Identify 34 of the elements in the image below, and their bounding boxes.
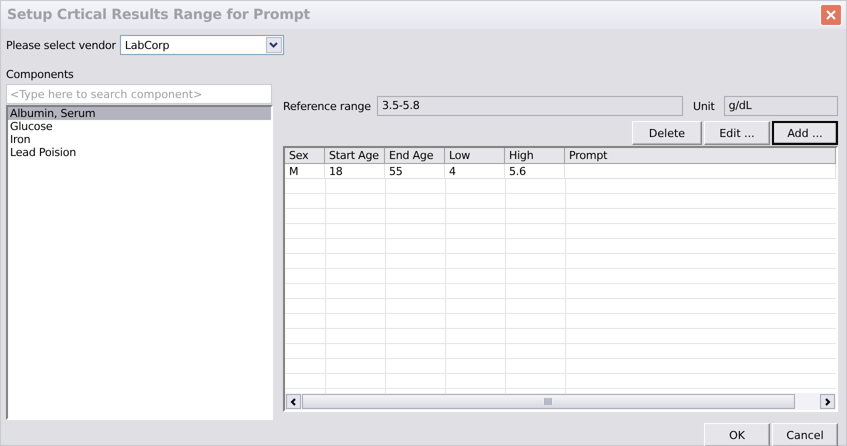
action-button[interactable]: Add ... xyxy=(772,121,838,145)
search-field[interactable]: <Type here to search component> xyxy=(6,84,272,104)
components-label: Components xyxy=(6,68,75,82)
column-header[interactable]: Sex xyxy=(285,148,325,164)
column-header[interactable]: High xyxy=(505,148,565,164)
column-header[interactable]: Prompt xyxy=(565,148,836,164)
grip-icon xyxy=(544,398,553,405)
unit-label: Unit xyxy=(693,100,715,112)
action-button[interactable]: Delete xyxy=(632,121,702,145)
component-item[interactable]: Glucose xyxy=(8,120,271,133)
table-cell: M xyxy=(285,164,325,179)
reference-range-field: 3.5-5.8 xyxy=(377,96,683,116)
component-item[interactable]: Iron xyxy=(8,133,271,146)
caret-icon xyxy=(269,42,278,48)
table-cell: 18 xyxy=(325,164,385,179)
window-title: Setup Crtical Results Range for Prompt xyxy=(7,7,310,23)
horizontal-scrollbar[interactable] xyxy=(285,393,836,410)
table-cell: 5.6 xyxy=(505,164,565,179)
reference-range-label: Reference range xyxy=(283,100,372,112)
column-header[interactable]: End Age xyxy=(385,148,445,164)
column-header[interactable]: Low xyxy=(445,148,505,164)
vendor-dropdown[interactable]: LabCorp xyxy=(120,35,284,55)
dialog-button[interactable]: OK xyxy=(704,423,770,446)
table-cell: 55 xyxy=(385,164,445,179)
dialog-button[interactable]: Cancel xyxy=(772,423,838,446)
unit-field: g/dL xyxy=(724,96,838,116)
table-cell: 4 xyxy=(445,164,505,179)
component-item[interactable]: Lead Poision xyxy=(8,146,271,159)
column-header[interactable]: Start Age xyxy=(325,148,385,164)
close-icon xyxy=(825,9,837,21)
close-button[interactable] xyxy=(820,4,842,26)
component-item[interactable]: Albumin, Serum xyxy=(8,107,271,120)
vendor-label: Please select vendor xyxy=(6,38,116,52)
action-button[interactable]: Edit ... xyxy=(704,121,770,145)
